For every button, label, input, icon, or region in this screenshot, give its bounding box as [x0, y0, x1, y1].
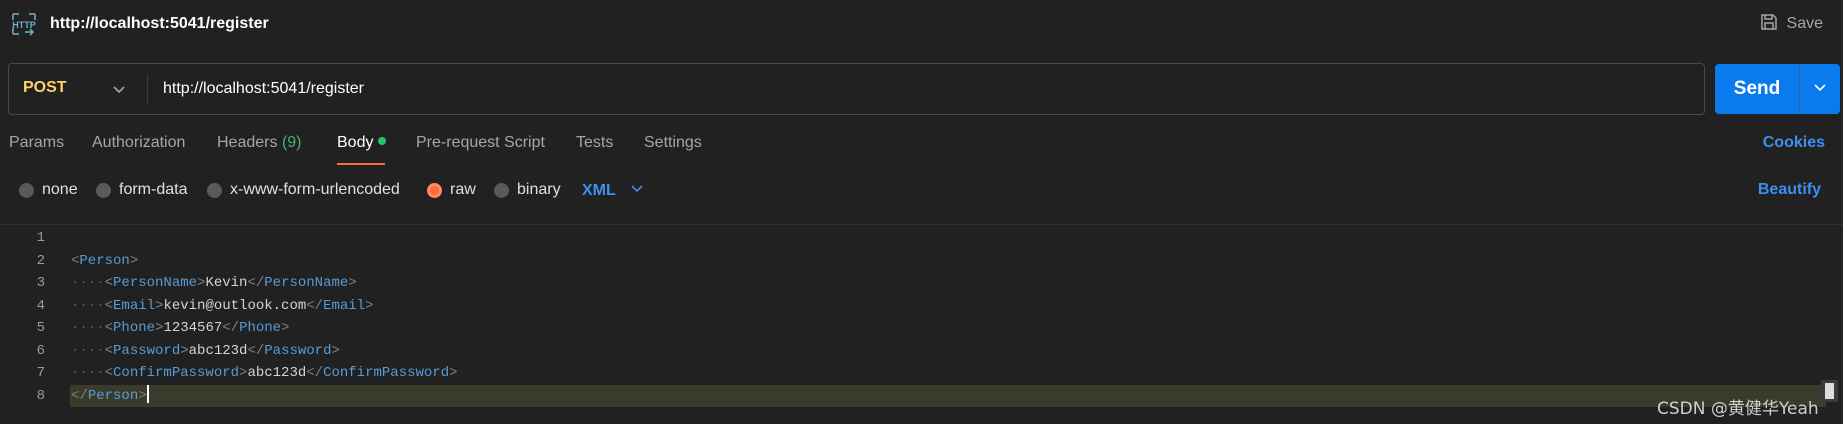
tab-params[interactable]: Params — [9, 134, 64, 152]
line-number: 3 — [36, 275, 45, 291]
chevron-down-icon — [1812, 79, 1828, 100]
editor-line-current: 8 </Person> — [0, 385, 1843, 407]
editor-line: 4 ····<Email>kevin@outlook.com</Email> — [0, 295, 1843, 317]
radio-label: binary — [517, 181, 561, 198]
radio-raw[interactable]: raw — [427, 181, 476, 199]
tab-pre-request-script[interactable]: Pre-request Script — [416, 134, 545, 152]
line-number: 1 — [36, 230, 45, 246]
editor-line: 2 <Person> — [0, 250, 1843, 272]
editor-line: 7 ····<ConfirmPassword>abc123d</ConfirmP… — [0, 362, 1843, 384]
save-button[interactable]: Save — [1759, 12, 1823, 36]
send-options-button[interactable] — [1800, 64, 1840, 114]
chevron-down-icon — [111, 81, 127, 97]
radio-label: x-www-form-urlencoded — [230, 181, 400, 198]
tab-settings[interactable]: Settings — [644, 134, 702, 152]
radio-form-data[interactable]: form-data — [96, 181, 187, 199]
code-text: ····<Password>abc123d</Password> — [71, 343, 340, 359]
line-number: 6 — [36, 343, 45, 359]
request-tabs: Params Authorization Headers (9) Body Pr… — [0, 131, 1843, 165]
beautify-button[interactable]: Beautify — [1758, 181, 1821, 199]
editor-line: 1 — [0, 227, 1843, 249]
save-label: Save — [1786, 15, 1823, 32]
url-input[interactable] — [163, 76, 1663, 102]
line-number: 5 — [36, 320, 45, 336]
method-label: POST — [23, 79, 67, 96]
tab-tests[interactable]: Tests — [576, 134, 613, 152]
cookies-link[interactable]: Cookies — [1763, 134, 1825, 152]
radio-none[interactable]: none — [19, 181, 78, 199]
send-button[interactable]: Send — [1715, 64, 1799, 114]
radio-binary[interactable]: binary — [494, 181, 561, 199]
code-text: ····<Phone>1234567</Phone> — [71, 320, 290, 336]
request-title[interactable]: http://localhost:5041/register — [50, 15, 269, 33]
language-label: XML — [582, 181, 616, 199]
active-tab-indicator — [337, 163, 385, 165]
tab-headers-label: Headers — [217, 134, 278, 151]
current-line-highlight — [70, 385, 1826, 407]
editor-line: 5 ····<Phone>1234567</Phone> — [0, 317, 1843, 339]
language-select[interactable]: XML — [582, 181, 644, 200]
tab-body-label: Body — [337, 134, 374, 151]
url-bar: POST — [8, 63, 1705, 115]
svg-text:HTTP: HTTP — [12, 20, 36, 30]
radio-x-www-form-urlencoded[interactable]: x-www-form-urlencoded — [207, 181, 400, 199]
line-number: 7 — [36, 365, 45, 381]
code-editor[interactable]: 1 2 <Person> 3 ····<PersonName>Kevin</Pe… — [0, 225, 1843, 424]
body-type-options: none form-data x-www-form-urlencoded raw… — [0, 178, 1843, 202]
request-header: HTTP http://localhost:5041/register Save — [0, 0, 1843, 48]
tab-authorization[interactable]: Authorization — [92, 134, 185, 152]
body-status-dot — [378, 136, 387, 145]
chevron-down-icon — [630, 181, 644, 200]
radio-label: form-data — [119, 181, 188, 198]
line-number: 4 — [36, 298, 45, 314]
code-text: ····<Email>kevin@outlook.com</Email> — [71, 298, 374, 314]
tab-headers[interactable]: Headers (9) — [217, 134, 302, 152]
radio-label: none — [42, 181, 78, 198]
editor-line: 3 ····<PersonName>Kevin</PersonName> — [0, 272, 1843, 294]
method-select[interactable]: POST — [9, 64, 147, 114]
http-icon: HTTP — [9, 10, 39, 38]
send-button-group: Send — [1715, 64, 1840, 114]
resize-handle[interactable] — [1821, 380, 1838, 402]
tab-body[interactable]: Body — [337, 134, 387, 152]
save-icon — [1759, 12, 1779, 37]
code-text: <Person> — [71, 253, 139, 269]
radio-circle — [96, 182, 111, 198]
code-text: ····<ConfirmPassword>abc123d</ConfirmPas… — [71, 365, 458, 381]
radio-circle-selected — [427, 182, 442, 198]
line-number: 8 — [36, 388, 45, 404]
radio-label: raw — [450, 181, 476, 198]
code-text: ····<PersonName>Kevin</PersonName> — [71, 275, 357, 291]
line-number: 2 — [36, 253, 45, 269]
code-text: </Person> — [71, 385, 149, 407]
radio-circle — [494, 182, 509, 198]
editor-line: 6 ····<Password>abc123d</Password> — [0, 340, 1843, 362]
headers-count-badge: (9) — [281, 134, 302, 151]
divider — [147, 74, 148, 104]
text-cursor — [146, 385, 149, 404]
radio-circle — [19, 182, 34, 198]
watermark: CSDN @黄健华Yeah — [1657, 399, 1819, 419]
radio-circle — [207, 182, 222, 198]
